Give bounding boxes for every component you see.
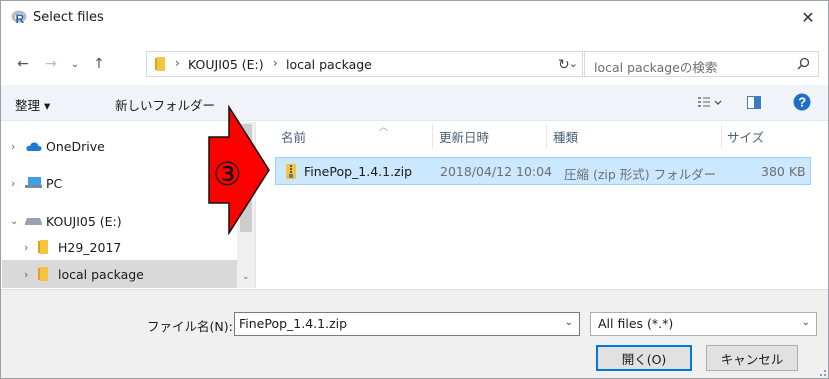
- cloud-icon: [26, 142, 42, 151]
- dialog-footer: ファイル名(N): FinePop_1.4.1.zip ⌄ All files …: [1, 289, 828, 378]
- forward-arrow-icon[interactable]: →: [41, 53, 61, 75]
- filename-value: FinePop_1.4.1.zip: [239, 316, 348, 331]
- up-arrow-icon[interactable]: ↑: [89, 53, 109, 75]
- nav-item-label: PC: [46, 175, 63, 191]
- nav-item-label: KOUJI05 (E:): [46, 213, 122, 229]
- column-header-modified[interactable]: 更新日時: [439, 122, 544, 150]
- annotation-arrow: ③: [208, 105, 270, 235]
- address-bar[interactable]: › KOUJI05 (E:) › local package ⌄: [146, 51, 583, 77]
- refresh-icon[interactable]: ↻: [558, 57, 570, 73]
- file-type-chevron-icon[interactable]: ⌄: [802, 317, 810, 328]
- column-header-label: 種類: [553, 129, 579, 145]
- recent-locations-chevron-icon[interactable]: ⌄: [67, 53, 83, 75]
- file-type-cell: 圧縮 (zip 形式) フォルダー: [564, 167, 717, 182]
- file-dialog: R Select files ✕ ← → ⌄ ↑ › KOUJI05 (E:) …: [0, 0, 829, 379]
- svg-text:?: ?: [798, 95, 806, 110]
- folder-icon: [38, 240, 48, 254]
- column-header-size[interactable]: サイズ: [727, 122, 807, 150]
- column-header-label: 名前: [281, 129, 307, 145]
- command-bar: 整理 ▾ 新しいフォルダー ?: [1, 85, 828, 121]
- resize-grip-icon[interactable]: [816, 366, 826, 376]
- file-type-value: All files (*.*): [598, 316, 674, 331]
- expand-chevron-icon[interactable]: ›: [11, 140, 15, 153]
- nav-item-pc[interactable]: › PC: [2, 169, 238, 197]
- breadcrumb-folder[interactable]: local package: [286, 57, 372, 72]
- preview-pane-icon[interactable]: [747, 96, 761, 109]
- organize-menu-button[interactable]: 整理 ▾: [15, 95, 50, 114]
- column-divider[interactable]: [721, 124, 722, 148]
- search-icon[interactable]: [797, 57, 810, 70]
- column-header-type[interactable]: 種類: [553, 122, 713, 150]
- r-app-icon: R: [11, 10, 27, 25]
- search-box[interactable]: local packageの検索: [584, 51, 819, 77]
- breadcrumb-separator-icon: ›: [273, 56, 278, 70]
- breadcrumb-separator-icon: ›: [175, 56, 180, 70]
- filename-dropdown-chevron-icon[interactable]: ⌄: [565, 317, 573, 328]
- column-header-label: 更新日時: [439, 129, 490, 145]
- file-size-cell: 380 KB: [761, 164, 806, 179]
- file-type-select[interactable]: All files (*.*) ⌄: [590, 312, 817, 336]
- filename-field[interactable]: FinePop_1.4.1.zip ⌄: [234, 312, 580, 336]
- column-header-name[interactable]: 名前 ︿: [281, 122, 431, 150]
- file-modified-cell: 2018/04/12 10:04: [440, 164, 553, 179]
- file-row-selected[interactable]: FinePop_1.4.1.zip 2018/04/12 10:04 圧縮 (z…: [275, 157, 811, 185]
- collapse-chevron-icon[interactable]: ⌄: [10, 216, 18, 227]
- nav-item-onedrive[interactable]: › OneDrive: [2, 132, 238, 160]
- nav-item-local-package[interactable]: › local package: [2, 260, 238, 288]
- annotation-step-number: ③: [213, 155, 242, 193]
- nav-item-label: OneDrive: [46, 138, 105, 154]
- address-row: ← → ⌄ ↑ › KOUJI05 (E:) › local package ⌄…: [1, 47, 828, 83]
- open-button[interactable]: 開く(O): [596, 345, 692, 371]
- file-name-cell: FinePop_1.4.1.zip: [304, 164, 413, 179]
- address-dropdown-chevron-icon[interactable]: ⌄: [569, 57, 578, 70]
- search-placeholder: local packageの検索: [594, 60, 718, 75]
- cancel-button[interactable]: キャンセル: [706, 345, 798, 371]
- new-folder-button[interactable]: 新しいフォルダー: [115, 95, 215, 114]
- nav-item-label: local package: [58, 266, 144, 282]
- computer-icon: [25, 177, 42, 188]
- svg-text:R: R: [16, 12, 25, 25]
- sort-caret-icon: ︿: [379, 123, 389, 133]
- scroll-down-arrow-icon[interactable]: ⌄: [242, 272, 250, 282]
- column-header-label: サイズ: [727, 129, 765, 145]
- expand-chevron-icon[interactable]: ›: [11, 177, 15, 190]
- folder-icon: [155, 57, 165, 71]
- nav-item-h29-2017[interactable]: › H29_2017: [2, 233, 238, 261]
- nav-item-label: H29_2017: [58, 239, 122, 255]
- expand-chevron-icon[interactable]: ›: [24, 268, 28, 281]
- nav-item-drive[interactable]: ⌄ KOUJI05 (E:): [2, 207, 238, 235]
- zip-folder-icon: [286, 164, 296, 179]
- file-list-pane: 名前 ︿ 更新日時 種類 サイズ FinePop_1.4.1.zip 2018/…: [257, 122, 828, 288]
- help-icon[interactable]: ?: [793, 93, 811, 111]
- close-button[interactable]: ✕: [788, 1, 828, 33]
- breadcrumb-drive[interactable]: KOUJI05 (E:): [188, 57, 264, 72]
- title-bar: R Select files ✕: [1, 1, 828, 35]
- window-title: Select files: [33, 10, 104, 25]
- expand-chevron-icon[interactable]: ›: [24, 241, 28, 254]
- folder-icon: [38, 267, 48, 281]
- filename-label: ファイル名(N):: [147, 319, 233, 334]
- column-divider[interactable]: [432, 124, 433, 148]
- back-arrow-icon[interactable]: ←: [13, 53, 33, 75]
- view-options-icon[interactable]: [698, 97, 724, 109]
- drive-icon: [25, 218, 42, 225]
- column-divider[interactable]: [546, 124, 547, 148]
